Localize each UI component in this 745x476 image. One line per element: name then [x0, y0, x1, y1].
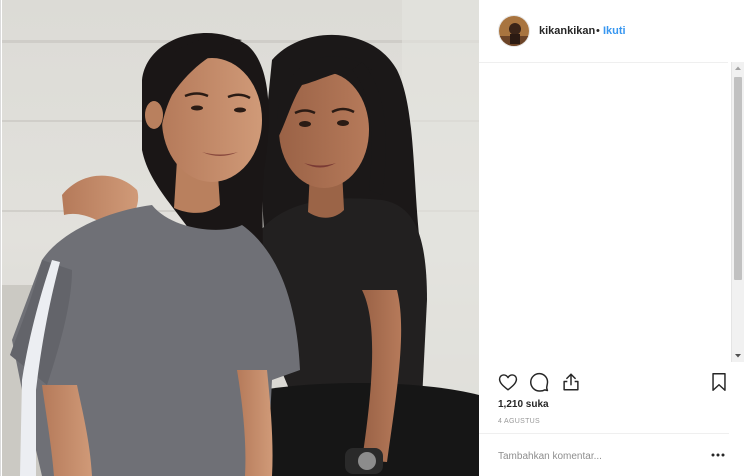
bookmark-icon[interactable] [708, 371, 730, 393]
scroll-up-arrow-icon[interactable] [732, 62, 744, 75]
username-link[interactable]: kikankikan [539, 25, 595, 38]
more-options-icon[interactable] [710, 447, 726, 463]
comments-area [479, 63, 728, 363]
post-photo[interactable] [2, 0, 479, 476]
comment-bar [479, 433, 729, 476]
separator-dot: • [596, 25, 600, 37]
avatar[interactable] [498, 15, 530, 47]
likes-count[interactable]: 1,210 suka [498, 399, 549, 410]
post-side-panel: kikankikan • Ikuti 1,210 suka 4 AGUSTUS … [479, 0, 745, 476]
post-header: kikankikan • Ikuti [479, 0, 728, 63]
heart-icon[interactable] [497, 371, 519, 393]
comment-input[interactable] [498, 449, 688, 463]
scroll-thumb[interactable] [734, 77, 742, 280]
comments-scrollbar[interactable] [731, 62, 744, 362]
comment-icon[interactable] [528, 371, 550, 393]
follow-button[interactable]: Ikuti [603, 25, 626, 38]
post-date[interactable]: 4 AGUSTUS [498, 418, 540, 425]
scroll-down-arrow-icon[interactable] [732, 349, 744, 362]
share-icon[interactable] [560, 371, 582, 393]
action-bar [479, 368, 729, 394]
post-dialog: kikankikan • Ikuti 1,210 suka 4 AGUSTUS … [0, 0, 745, 476]
